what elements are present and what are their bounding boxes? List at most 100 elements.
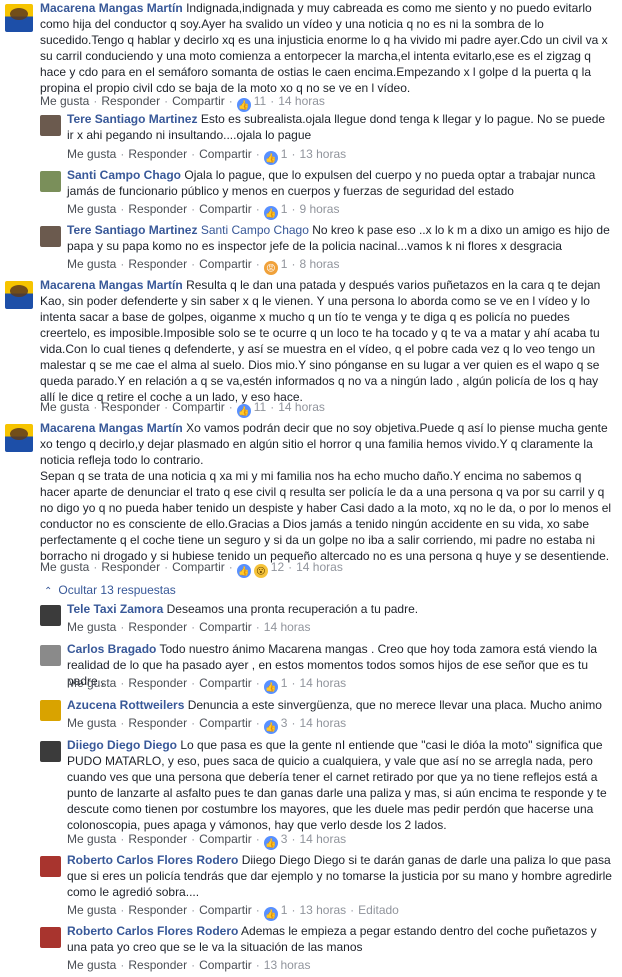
angry-reaction-icon[interactable]: 😡 — [263, 261, 278, 275]
avatar[interactable] — [40, 171, 61, 192]
share-button[interactable]: Compartir — [199, 958, 252, 972]
avatar[interactable] — [40, 856, 61, 877]
reaction-count[interactable]: 11 — [254, 94, 266, 108]
comment-text-paragraph: Sepan q se trata de una noticia q xa mi … — [40, 469, 612, 563]
like-reaction-icon[interactable]: 👍 — [263, 907, 278, 921]
like-button[interactable]: Me gusta — [67, 257, 116, 271]
reaction-count[interactable]: 1 — [281, 202, 288, 216]
avatar[interactable] — [40, 927, 61, 948]
like-reaction-icon[interactable]: 👍 — [236, 404, 251, 418]
like-button[interactable]: Me gusta — [40, 400, 89, 414]
like-reaction-icon[interactable]: 👍 — [236, 98, 251, 112]
timestamp[interactable]: 14 horas — [278, 94, 325, 108]
share-button[interactable]: Compartir — [172, 94, 225, 108]
share-button[interactable]: Compartir — [199, 202, 252, 216]
reply-button[interactable]: Responder — [128, 147, 187, 161]
share-button[interactable]: Compartir — [172, 400, 225, 414]
reaction-count[interactable]: 1 — [281, 257, 288, 271]
share-button[interactable]: Compartir — [199, 676, 252, 690]
like-reaction-icon[interactable]: 👍 — [263, 206, 278, 220]
comment-author[interactable]: Tere Santiago Martinez — [67, 112, 197, 126]
reply-button[interactable]: Responder — [128, 620, 187, 634]
reply-button[interactable]: Responder — [101, 400, 160, 414]
like-button[interactable]: Me gusta — [67, 958, 116, 972]
like-button[interactable]: Me gusta — [67, 147, 116, 161]
mention-link[interactable]: Santi Campo Chago — [201, 223, 309, 237]
reply-button[interactable]: Responder — [128, 958, 187, 972]
like-button[interactable]: Me gusta — [67, 716, 116, 730]
timestamp[interactable]: 14 horas — [264, 620, 311, 634]
like-button[interactable]: Me gusta — [67, 903, 116, 917]
share-button[interactable]: Compartir — [199, 716, 252, 730]
timestamp[interactable]: 9 horas — [299, 202, 339, 216]
reply-button[interactable]: Responder — [101, 560, 160, 574]
timestamp[interactable]: 13 horas — [299, 147, 346, 161]
avatar[interactable] — [40, 700, 61, 721]
avatar[interactable] — [40, 645, 61, 666]
reply-button[interactable]: Responder — [128, 832, 187, 846]
like-button[interactable]: Me gusta — [40, 560, 89, 574]
timestamp[interactable]: 14 horas — [299, 832, 346, 846]
timestamp[interactable]: 8 horas — [299, 257, 339, 271]
share-button[interactable]: Compartir — [199, 832, 252, 846]
like-reaction-icon[interactable]: 👍 — [236, 564, 251, 578]
avatar[interactable] — [5, 4, 33, 32]
reply-button[interactable]: Responder — [101, 94, 160, 108]
reply-button[interactable]: Responder — [128, 676, 187, 690]
like-reaction-icon[interactable]: 👍 — [263, 151, 278, 165]
reaction-count[interactable]: 1 — [281, 147, 288, 161]
hide-replies-toggle[interactable]: ⌃ Ocultar 13 respuestas — [44, 583, 176, 597]
reaction-count[interactable]: 1 — [281, 676, 288, 690]
like-button[interactable]: Me gusta — [67, 202, 116, 216]
avatar[interactable] — [5, 281, 33, 309]
reaction-count[interactable]: 3 — [281, 832, 288, 846]
comment-text: Indignada,indignada y muy cabreada es co… — [40, 1, 608, 95]
timestamp[interactable]: 14 horas — [278, 400, 325, 414]
like-button[interactable]: Me gusta — [67, 620, 116, 634]
comment-author[interactable]: Tele Taxi Zamora — [67, 602, 163, 616]
comment-author[interactable]: Carlos Bragado — [67, 642, 156, 656]
comment-author[interactable]: Macarena Mangas Martín — [40, 1, 183, 15]
avatar[interactable] — [40, 605, 61, 626]
like-button[interactable]: Me gusta — [67, 832, 116, 846]
reaction-count[interactable]: 3 — [281, 716, 288, 730]
reply-button[interactable]: Responder — [128, 202, 187, 216]
share-button[interactable]: Compartir — [199, 620, 252, 634]
reply-button[interactable]: Responder — [128, 903, 187, 917]
comment-author[interactable]: Diiego Diego Diego — [67, 738, 177, 752]
comment-author[interactable]: Azucena Rottweilers — [67, 698, 184, 712]
reply-button[interactable]: Responder — [128, 257, 187, 271]
comment-author[interactable]: Macarena Mangas Martín — [40, 278, 183, 292]
comment-actions: Me gusta · Responder · Compartir · 👍 1 · 9 horas — [67, 202, 340, 220]
like-button[interactable]: Me gusta — [40, 94, 89, 108]
like-reaction-icon[interactable]: 👍 — [263, 680, 278, 694]
share-button[interactable]: Compartir — [199, 903, 252, 917]
timestamp[interactable]: 14 horas — [299, 676, 346, 690]
wow-reaction-icon[interactable]: 😮 — [253, 564, 268, 578]
timestamp[interactable]: 14 horas — [299, 716, 346, 730]
comment-author[interactable]: Santi Campo Chago — [67, 168, 181, 182]
share-button[interactable]: Compartir — [199, 257, 252, 271]
like-button[interactable]: Me gusta — [67, 676, 116, 690]
timestamp[interactable]: 13 horas — [299, 903, 346, 917]
like-reaction-icon[interactable]: 👍 — [263, 836, 278, 850]
reply-button[interactable]: Responder — [128, 716, 187, 730]
share-button[interactable]: Compartir — [172, 560, 225, 574]
comment-author[interactable]: Roberto Carlos Flores Rodero — [67, 924, 238, 938]
like-reaction-icon[interactable]: 👍 — [263, 720, 278, 734]
comment-author[interactable]: Macarena Mangas Martín — [40, 421, 183, 435]
timestamp[interactable]: 13 horas — [264, 958, 311, 972]
edited-label[interactable]: Editado — [358, 903, 399, 917]
reaction-count[interactable]: 1 — [281, 903, 288, 917]
timestamp[interactable]: 14 horas — [296, 560, 343, 574]
avatar[interactable] — [40, 226, 61, 247]
avatar[interactable] — [40, 115, 61, 136]
share-button[interactable]: Compartir — [199, 147, 252, 161]
avatar[interactable] — [40, 741, 61, 762]
comment-text: Deseamos una pronta recuperación a tu pa… — [166, 602, 419, 616]
comment-author[interactable]: Tere Santiago Martinez — [67, 223, 197, 237]
avatar[interactable] — [5, 424, 33, 452]
reaction-count[interactable]: 11 — [254, 400, 266, 414]
reaction-count[interactable]: 12 — [271, 560, 284, 574]
comment-author[interactable]: Roberto Carlos Flores Rodero — [67, 853, 238, 867]
